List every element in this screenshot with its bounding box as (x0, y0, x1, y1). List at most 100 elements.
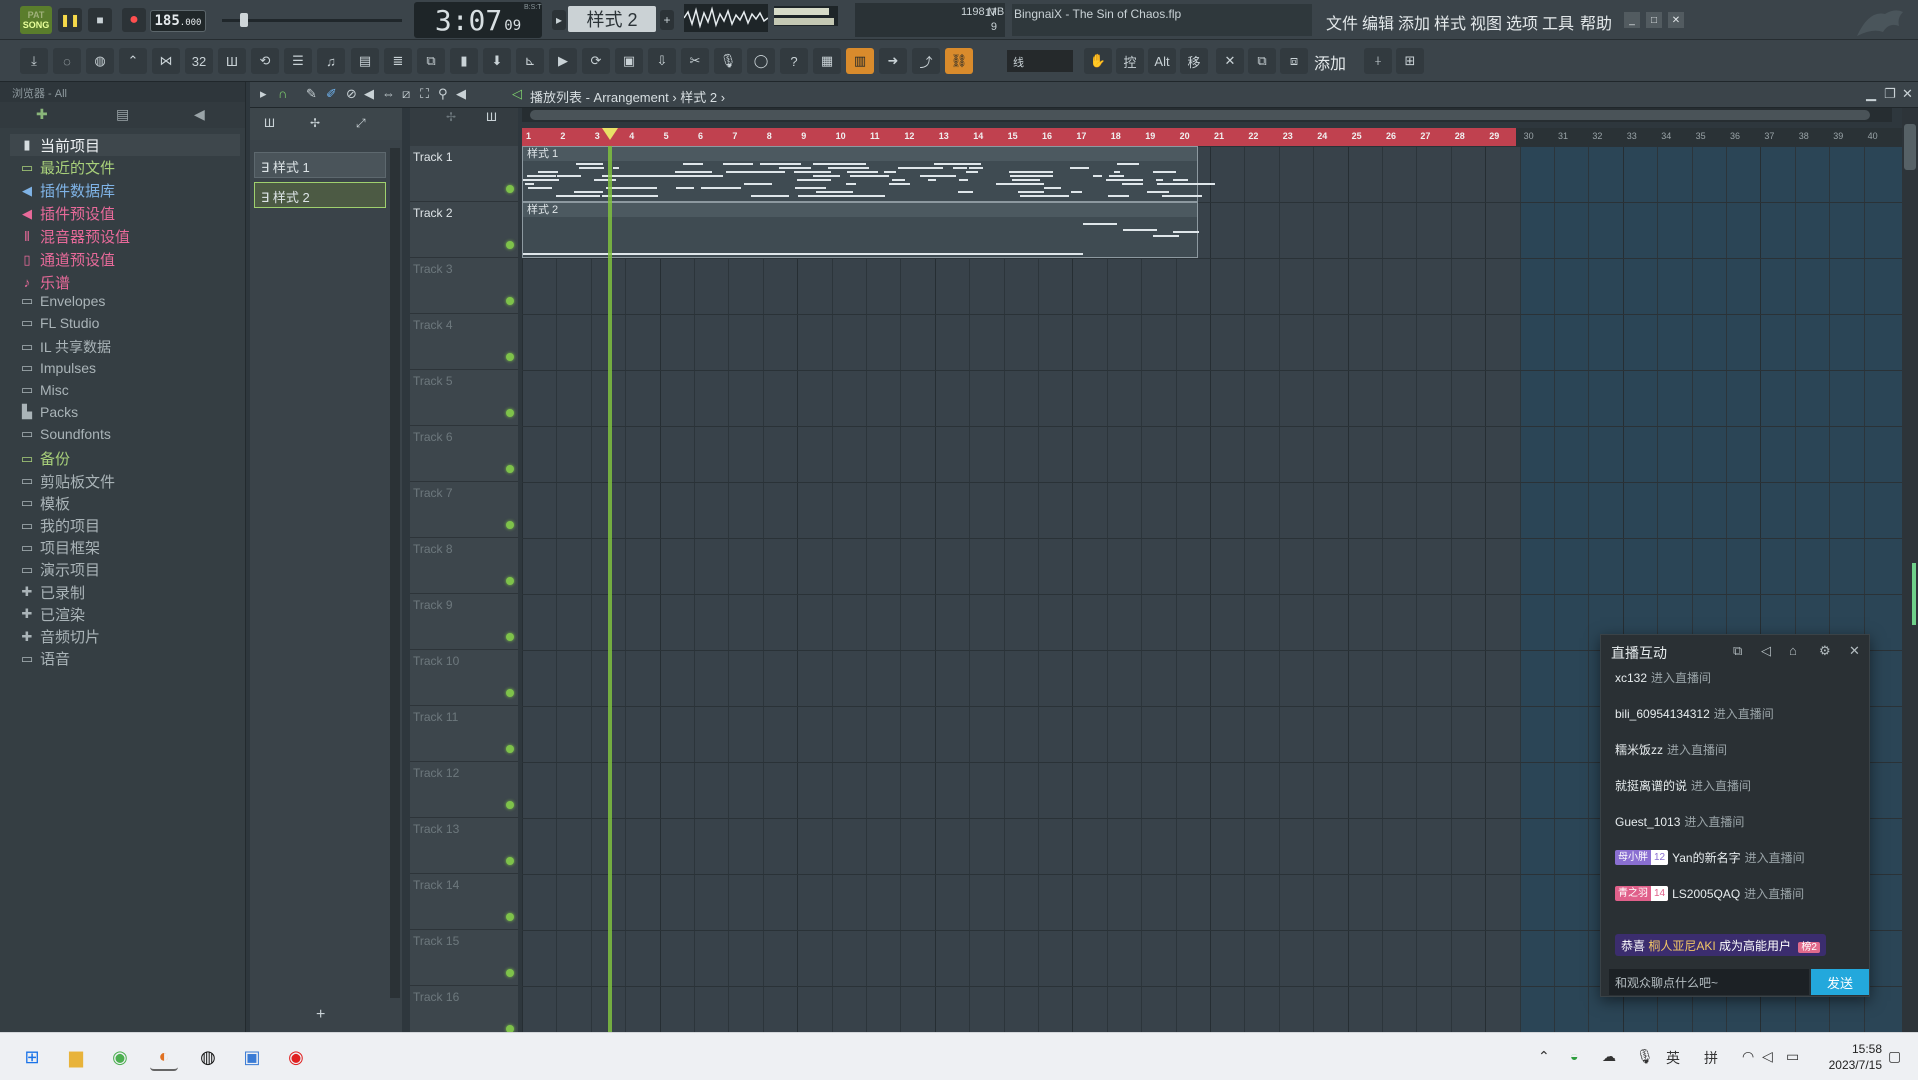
snap-selector[interactable]: 线 (1007, 50, 1073, 72)
track-header[interactable]: Track 9 (410, 594, 518, 650)
tools-icon[interactable]: ⊾ (516, 48, 544, 74)
pattern-item[interactable]: ∃ 样式 1 (254, 152, 386, 178)
track-mute-led[interactable] (506, 297, 514, 305)
browser-item[interactable]: ♪ 乐谱 (20, 272, 70, 293)
pin-icon[interactable]: ⬇ (483, 48, 511, 74)
undo-icon[interactable]: ⟳ (582, 48, 610, 74)
notification-icon[interactable]: ▢ (1888, 1048, 1901, 1065)
timeline-ruler[interactable]: 1 2 3 4 5 6 7 8 9 10 11 12 13 14 15 16 17 18 19 20 21 22 23 24 2… (522, 128, 1902, 146)
track-name[interactable]: Track 12 (413, 766, 459, 780)
browser-item[interactable]: ▮ 当前项目 (10, 134, 240, 156)
track-mute-led[interactable] (506, 633, 514, 641)
link-icon[interactable]: ⛓ (945, 48, 973, 74)
browser-icon[interactable]: ◉ (106, 1043, 134, 1071)
popout-icon[interactable]: ⧉ (1733, 643, 1742, 659)
bar-number[interactable]: 35 (1696, 131, 1706, 141)
browser-item[interactable]: ▭ 演示项目 (20, 559, 100, 580)
slice-icon[interactable]: ⧄ (402, 86, 410, 102)
save-icon[interactable]: ▣ (615, 48, 643, 74)
browser-item[interactable]: ▭ IL 共享数据 (20, 337, 111, 357)
slider-knob[interactable] (240, 13, 248, 27)
track-name[interactable]: Track 7 (413, 486, 453, 500)
bar-number[interactable]: 16 (1042, 131, 1052, 141)
stamp-icon[interactable]: ✋ (1084, 48, 1112, 74)
pencil-icon[interactable]: ✎ (306, 86, 317, 102)
menu-item[interactable]: 选项 (1506, 10, 1538, 34)
gear-icon[interactable]: ⚙ (1819, 643, 1831, 659)
song-position-display[interactable]: 3:07 09 (414, 2, 542, 38)
fl-studio-taskbar-icon[interactable]: ◐ (150, 1043, 178, 1071)
track-header[interactable]: Track 2 (410, 202, 518, 258)
menu-item[interactable]: 视图 (1470, 10, 1502, 34)
track-mute-led[interactable] (506, 801, 514, 809)
bar-number[interactable]: 13 (939, 131, 949, 141)
send-button[interactable]: 发送 (1811, 969, 1869, 995)
browser-item[interactable]: ◀ 插件数据库 (20, 180, 115, 201)
bar-number[interactable]: 21 (1214, 131, 1224, 141)
track-name[interactable]: Track 15 (413, 934, 459, 948)
bar-number[interactable]: 2 (560, 131, 565, 141)
track-name[interactable]: Track 2 (413, 206, 453, 220)
bar-number[interactable]: 38 (1799, 131, 1809, 141)
track-mute-led[interactable] (506, 185, 514, 193)
blend-icon[interactable]: ⋈ (152, 48, 180, 74)
stop-button[interactable]: ■ (88, 8, 112, 32)
bar-number[interactable]: 19 (1145, 131, 1155, 141)
cut-icon[interactable]: ✂ (681, 48, 709, 74)
speaker-icon[interactable]: ◀ (194, 106, 205, 123)
sweep-icon[interactable]: ⤴ (912, 48, 940, 74)
track-mute-led[interactable] (506, 521, 514, 529)
track-mute-led[interactable] (506, 857, 514, 865)
browser-item[interactable]: ✚ 音频切片 (20, 626, 100, 647)
paste-icon[interactable]: ⧈ (1280, 48, 1308, 74)
menu-item[interactable]: 工具 (1542, 10, 1574, 34)
browser-item[interactable]: ▭ Impulses (20, 360, 96, 376)
congrats-user[interactable]: 桐人亚尼AKI (1648, 939, 1715, 953)
wait-icon[interactable]: ⌃ (119, 48, 147, 74)
help-icon[interactable]: ? (780, 48, 808, 74)
track-header[interactable]: Track 15 (410, 930, 518, 986)
chat-input[interactable]: 和观众聊点什么吧~ (1609, 969, 1809, 995)
add-menu-label[interactable]: 添加 (1314, 50, 1346, 74)
browser-item[interactable]: ▭ FL Studio (20, 315, 100, 331)
triangle-right-icon[interactable]: ▸ (260, 86, 267, 102)
track-name[interactable]: Track 14 (413, 878, 459, 892)
bar-number[interactable]: 31 (1558, 131, 1568, 141)
cut-tool-icon[interactable]: ✕ (1216, 48, 1244, 74)
bar-number[interactable]: 22 (1248, 131, 1258, 141)
browser-item[interactable]: ✚ 已渲染 (20, 604, 85, 625)
mute-icon[interactable]: ◁ (1761, 643, 1771, 659)
bar-number[interactable]: 9 (801, 131, 806, 141)
pattern-clip-1[interactable]: 样式 1 (522, 146, 1215, 202)
bar-number[interactable]: 17 (1076, 131, 1086, 141)
bar-number[interactable]: 15 (1008, 131, 1018, 141)
bar-number[interactable]: 11 (870, 131, 880, 141)
chat-icon[interactable]: ◯ (747, 48, 775, 74)
track-header[interactable]: Track 8 (410, 538, 518, 594)
track-mute-led[interactable] (506, 969, 514, 977)
track-header[interactable]: Track 5 (410, 370, 518, 426)
track-name[interactable]: Track 9 (413, 598, 453, 612)
bar-number[interactable]: 7 (732, 131, 737, 141)
onedrive-icon[interactable]: ☁ (1602, 1048, 1616, 1065)
obs-icon[interactable]: ◍ (194, 1043, 222, 1071)
tempo-display[interactable]: 185.000 (150, 10, 206, 32)
minimize-icon[interactable]: ▁ (1866, 86, 1876, 102)
track-name[interactable]: Track 4 (413, 318, 453, 332)
browser-item[interactable]: ▭ Envelopes (20, 293, 106, 309)
file-explorer-icon[interactable]: ▆ (62, 1043, 90, 1071)
zoom-icon[interactable]: ⚲ (438, 86, 448, 102)
pattern-prev-button[interactable]: ▸ (552, 10, 566, 30)
track-mute-led[interactable] (506, 241, 514, 249)
piano-icon[interactable]: Ш (264, 116, 275, 130)
add-pattern-icon[interactable]: + (316, 1006, 325, 1024)
browser-item[interactable]: ▭ 剪贴板文件 (20, 471, 115, 492)
ime-language[interactable]: 英 (1666, 1048, 1680, 1068)
track-header[interactable]: Track 14 (410, 874, 518, 930)
loop-region[interactable] (522, 128, 1516, 146)
track-header[interactable]: Track 11 (410, 706, 518, 762)
track-header[interactable]: Track 12 (410, 762, 518, 818)
menu-item[interactable]: 帮助 (1580, 10, 1612, 34)
download-icon[interactable]: ⤓ (20, 48, 48, 74)
bar-number[interactable]: 8 (767, 131, 772, 141)
